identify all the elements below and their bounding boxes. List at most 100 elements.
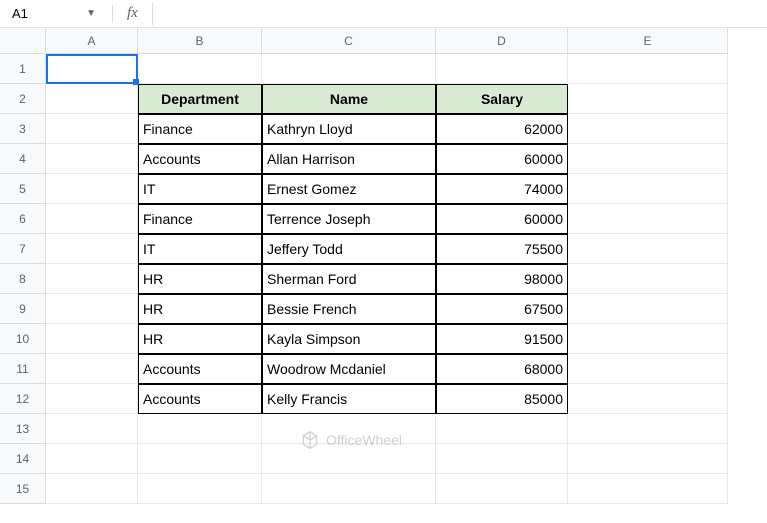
name-cell[interactable]: Terrence Joseph xyxy=(262,204,436,234)
salary-cell[interactable]: 91500 xyxy=(436,324,568,354)
cell-B15[interactable] xyxy=(138,474,262,504)
cell-A4[interactable] xyxy=(46,144,138,174)
row-header-13[interactable]: 13 xyxy=(0,414,46,444)
name-cell[interactable]: Bessie French xyxy=(262,294,436,324)
row-header-7[interactable]: 7 xyxy=(0,234,46,264)
row-header-2[interactable]: 2 xyxy=(0,84,46,114)
cell-E5[interactable] xyxy=(568,174,728,204)
cell-B13[interactable] xyxy=(138,414,262,444)
cell-A3[interactable] xyxy=(46,114,138,144)
cell-E3[interactable] xyxy=(568,114,728,144)
cell-E13[interactable] xyxy=(568,414,728,444)
dept-cell[interactable]: HR xyxy=(138,264,262,294)
cell-A1[interactable] xyxy=(46,54,138,84)
cell-A12[interactable] xyxy=(46,384,138,414)
dept-cell[interactable]: Accounts xyxy=(138,144,262,174)
cell-B14[interactable] xyxy=(138,444,262,474)
name-cell[interactable]: Sherman Ford xyxy=(262,264,436,294)
cell-E12[interactable] xyxy=(568,384,728,414)
salary-cell[interactable]: 67500 xyxy=(436,294,568,324)
name-cell[interactable]: Kathryn Lloyd xyxy=(262,114,436,144)
cell-A7[interactable] xyxy=(46,234,138,264)
cell-A8[interactable] xyxy=(46,264,138,294)
chevron-down-icon[interactable]: ▼ xyxy=(86,8,96,19)
header-salary[interactable]: Salary xyxy=(436,84,568,114)
cell-D1[interactable] xyxy=(436,54,568,84)
row-header-15[interactable]: 15 xyxy=(0,474,46,504)
dept-cell[interactable]: Accounts xyxy=(138,384,262,414)
header-name[interactable]: Name xyxy=(262,84,436,114)
name-cell[interactable]: Allan Harrison xyxy=(262,144,436,174)
cell-A6[interactable] xyxy=(46,204,138,234)
row-header-11[interactable]: 11 xyxy=(0,354,46,384)
dept-cell[interactable]: IT xyxy=(138,174,262,204)
row-header-1[interactable]: 1 xyxy=(0,54,46,84)
cell-C1[interactable] xyxy=(262,54,436,84)
row-header-6[interactable]: 6 xyxy=(0,204,46,234)
salary-cell[interactable]: 74000 xyxy=(436,174,568,204)
salary-cell[interactable]: 75500 xyxy=(436,234,568,264)
row-header-5[interactable]: 5 xyxy=(0,174,46,204)
row-header-12[interactable]: 12 xyxy=(0,384,46,414)
cell-E11[interactable] xyxy=(568,354,728,384)
cell-D13[interactable] xyxy=(436,414,568,444)
col-header-D[interactable]: D xyxy=(436,28,568,54)
row-header-14[interactable]: 14 xyxy=(0,444,46,474)
salary-cell[interactable]: 98000 xyxy=(436,264,568,294)
name-cell[interactable]: Woodrow Mcdaniel xyxy=(262,354,436,384)
cell-A5[interactable] xyxy=(46,174,138,204)
header-department[interactable]: Department xyxy=(138,84,262,114)
cell-E6[interactable] xyxy=(568,204,728,234)
cell-E1[interactable] xyxy=(568,54,728,84)
cell-C15[interactable] xyxy=(262,474,436,504)
dept-cell[interactable]: HR xyxy=(138,294,262,324)
salary-cell[interactable]: 85000 xyxy=(436,384,568,414)
cell-E7[interactable] xyxy=(568,234,728,264)
col-header-A[interactable]: A xyxy=(46,28,138,54)
name-cell[interactable]: Jeffery Todd xyxy=(262,234,436,264)
dept-cell[interactable]: Finance xyxy=(138,114,262,144)
cell-E14[interactable] xyxy=(568,444,728,474)
dept-cell[interactable]: HR xyxy=(138,324,262,354)
cell-A13[interactable] xyxy=(46,414,138,444)
dept-cell[interactable]: IT xyxy=(138,234,262,264)
cell-E8[interactable] xyxy=(568,264,728,294)
cell-D15[interactable] xyxy=(436,474,568,504)
salary-cell[interactable]: 60000 xyxy=(436,144,568,174)
row-header-3[interactable]: 3 xyxy=(0,114,46,144)
cell-A15[interactable] xyxy=(46,474,138,504)
row-header-9[interactable]: 9 xyxy=(0,294,46,324)
salary-cell[interactable]: 62000 xyxy=(436,114,568,144)
grid-row: IT Jeffery Todd 75500 xyxy=(46,234,728,264)
select-all-corner[interactable] xyxy=(0,28,46,54)
cell-E10[interactable] xyxy=(568,324,728,354)
salary-cell[interactable]: 68000 xyxy=(436,354,568,384)
cell-A14[interactable] xyxy=(46,444,138,474)
formula-input[interactable] xyxy=(161,3,763,25)
cell-B1[interactable] xyxy=(138,54,262,84)
cell-A9[interactable] xyxy=(46,294,138,324)
col-header-B[interactable]: B xyxy=(138,28,262,54)
col-header-C[interactable]: C xyxy=(262,28,436,54)
cell-D14[interactable] xyxy=(436,444,568,474)
dept-cell[interactable]: Finance xyxy=(138,204,262,234)
cell-E15[interactable] xyxy=(568,474,728,504)
row-headers: 1 2 3 4 5 6 7 8 9 10 11 12 13 14 15 xyxy=(0,54,46,504)
row-header-10[interactable]: 10 xyxy=(0,324,46,354)
cell-E9[interactable] xyxy=(568,294,728,324)
name-cell[interactable]: Ernest Gomez xyxy=(262,174,436,204)
row-header-4[interactable]: 4 xyxy=(0,144,46,174)
name-cell[interactable]: Kayla Simpson xyxy=(262,324,436,354)
row-header-8[interactable]: 8 xyxy=(0,264,46,294)
cell-reference-box[interactable]: A1 ▼ xyxy=(4,3,104,25)
name-cell[interactable]: Kelly Francis xyxy=(262,384,436,414)
cell-A2[interactable] xyxy=(46,84,138,114)
cell-A11[interactable] xyxy=(46,354,138,384)
cell-E4[interactable] xyxy=(568,144,728,174)
cell-A10[interactable] xyxy=(46,324,138,354)
dept-cell[interactable]: Accounts xyxy=(138,354,262,384)
col-header-E[interactable]: E xyxy=(568,28,728,54)
salary-cell[interactable]: 60000 xyxy=(436,204,568,234)
grid-row: Finance Terrence Joseph 60000 xyxy=(46,204,728,234)
cell-E2[interactable] xyxy=(568,84,728,114)
